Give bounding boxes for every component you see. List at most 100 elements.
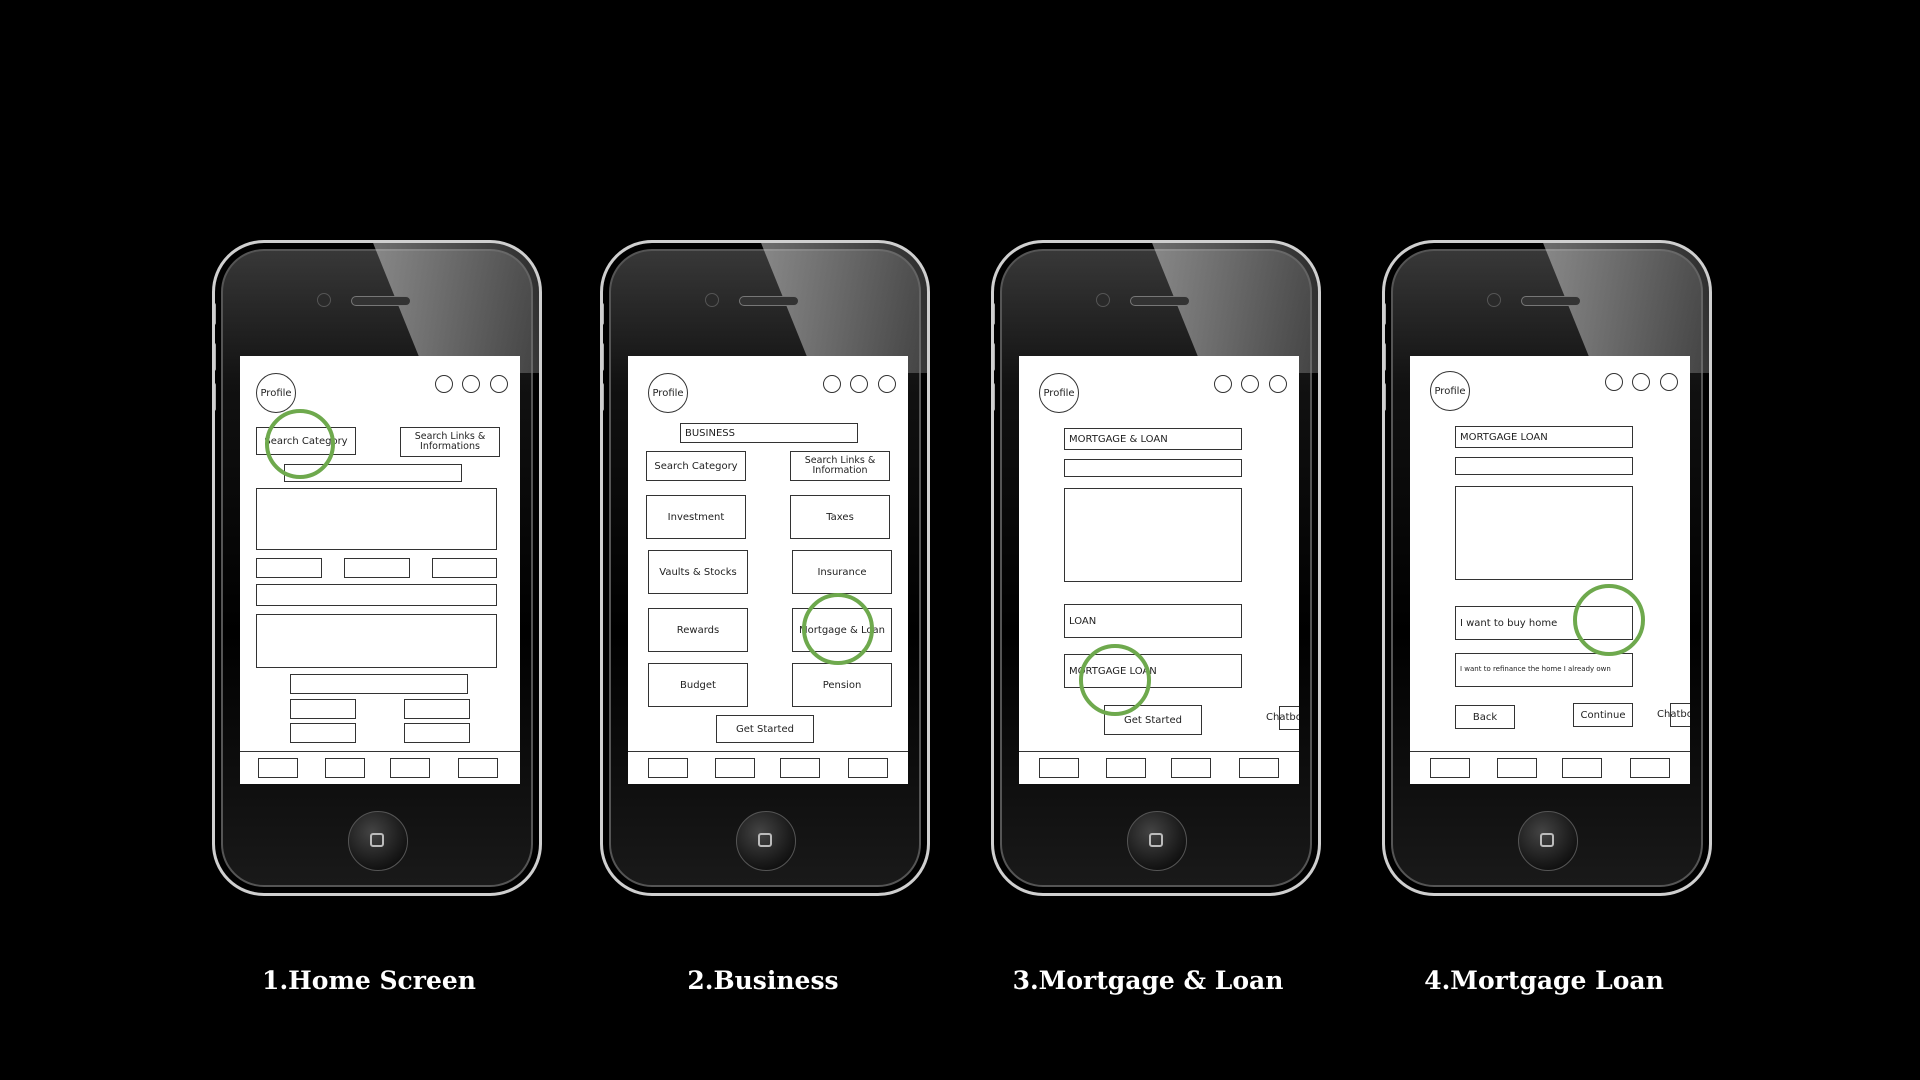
category-insurance[interactable]: Insurance [792,550,892,594]
field-bar[interactable] [290,674,468,694]
category-label: Insurance [817,566,867,578]
chatbot-button[interactable] [1279,706,1299,730]
category-rewards[interactable]: Rewards [648,608,748,652]
tap-highlight-circle [1573,584,1645,656]
get-started-button[interactable]: Get Started [716,715,814,743]
screen-glare [369,243,539,373]
camera-icon [1096,293,1110,307]
search-links-button[interactable]: Search Links & Information [790,451,890,481]
category-taxes[interactable]: Taxes [790,495,890,539]
category-pension[interactable]: Pension [792,663,892,707]
profile-avatar[interactable]: Profile [1039,373,1079,413]
category-investment[interactable]: Investment [646,495,746,539]
nav-tab[interactable] [258,758,298,778]
search-input[interactable] [1455,457,1633,475]
camera-icon [317,293,331,307]
option-refinance-label: I want to refinance the home I already o… [1460,665,1611,674]
title-field-label: MORTGAGE & LOAN [1069,433,1168,445]
nav-tab[interactable] [715,758,755,778]
nav-tab[interactable] [1039,758,1079,778]
home-button[interactable] [348,811,408,871]
silent-switch [1385,303,1386,325]
menu-dot-icon[interactable] [823,375,841,393]
option-box[interactable] [290,723,356,743]
nav-tab[interactable] [848,758,888,778]
nav-tab[interactable] [458,758,498,778]
option-box[interactable] [290,699,356,719]
nav-tab[interactable] [1171,758,1211,778]
silent-switch [994,303,995,325]
menu-dot-icon[interactable] [1632,373,1650,391]
option-box[interactable] [432,558,497,578]
search-links-button[interactable]: Search Links & Informations [400,427,500,457]
category-vaults-stocks[interactable]: Vaults & Stocks [648,550,748,594]
tap-highlight-circle [802,593,874,665]
field-bar[interactable] [256,584,497,606]
get-started-label: Get Started [736,723,794,735]
menu-dot-icon[interactable] [1241,375,1259,393]
menu-dot-icon[interactable] [435,375,453,393]
volume-down-button [994,383,995,411]
silent-switch [603,303,604,325]
nav-tab[interactable] [1562,758,1602,778]
continue-button[interactable]: Continue [1573,703,1633,727]
menu-dot-icon[interactable] [490,375,508,393]
nav-tab[interactable] [1239,758,1279,778]
speaker-grille [739,296,799,306]
continue-label: Continue [1580,709,1626,721]
home-button[interactable] [736,811,796,871]
business-field[interactable]: BUSINESS [680,423,858,443]
title-field[interactable]: MORTGAGE LOAN [1455,426,1633,448]
profile-label: Profile [652,387,684,399]
chatbot-button[interactable] [1670,703,1690,727]
profile-avatar[interactable]: Profile [256,373,296,413]
content-box [1064,488,1242,582]
menu-dot-icon[interactable] [1269,375,1287,393]
nav-tab[interactable] [1497,758,1537,778]
silent-switch [215,303,216,325]
category-budget[interactable]: Budget [648,663,748,707]
nav-tab[interactable] [1630,758,1670,778]
category-label: Taxes [826,511,854,523]
content-box [256,614,497,668]
profile-avatar[interactable]: Profile [648,373,688,413]
nav-tab[interactable] [648,758,688,778]
option-box[interactable] [404,723,470,743]
menu-dot-icon[interactable] [1660,373,1678,391]
option-refinance[interactable]: I want to refinance the home I already o… [1455,653,1633,687]
bottom-nav-bar [1019,751,1299,784]
option-box[interactable] [344,558,410,578]
nav-tab[interactable] [325,758,365,778]
volume-down-button [1385,383,1386,411]
loan-field[interactable]: LOAN [1064,604,1242,638]
menu-dot-icon[interactable] [850,375,868,393]
nav-tab[interactable] [780,758,820,778]
home-button[interactable] [1518,811,1578,871]
profile-label: Profile [1434,385,1466,397]
back-button[interactable]: Back [1455,705,1515,729]
screen-glare [1539,243,1709,373]
phone-business: Profile BUSINESS Search Category Search … [600,240,930,896]
search-links-label: Search Links & Information [804,454,876,476]
search-category-button[interactable]: Search Category [646,451,746,481]
home-button[interactable] [1127,811,1187,871]
menu-dot-icon[interactable] [1605,373,1623,391]
menu-dot-icon[interactable] [462,375,480,393]
title-field[interactable]: MORTGAGE & LOAN [1064,428,1242,450]
category-label: Budget [680,679,716,691]
speaker-grille [1130,296,1190,306]
screen-glare [757,243,927,373]
menu-dot-icon[interactable] [878,375,896,393]
search-input[interactable] [1064,459,1242,477]
nav-tab[interactable] [1430,758,1470,778]
menu-dot-icon[interactable] [1214,375,1232,393]
get-started-label: Get Started [1124,714,1182,726]
nav-tab[interactable] [1106,758,1146,778]
option-box[interactable] [404,699,470,719]
profile-label: Profile [1043,387,1075,399]
option-box[interactable] [256,558,322,578]
nav-tab[interactable] [390,758,430,778]
screen-glare [1148,243,1318,373]
profile-avatar[interactable]: Profile [1430,371,1470,411]
speaker-grille [1521,296,1581,306]
